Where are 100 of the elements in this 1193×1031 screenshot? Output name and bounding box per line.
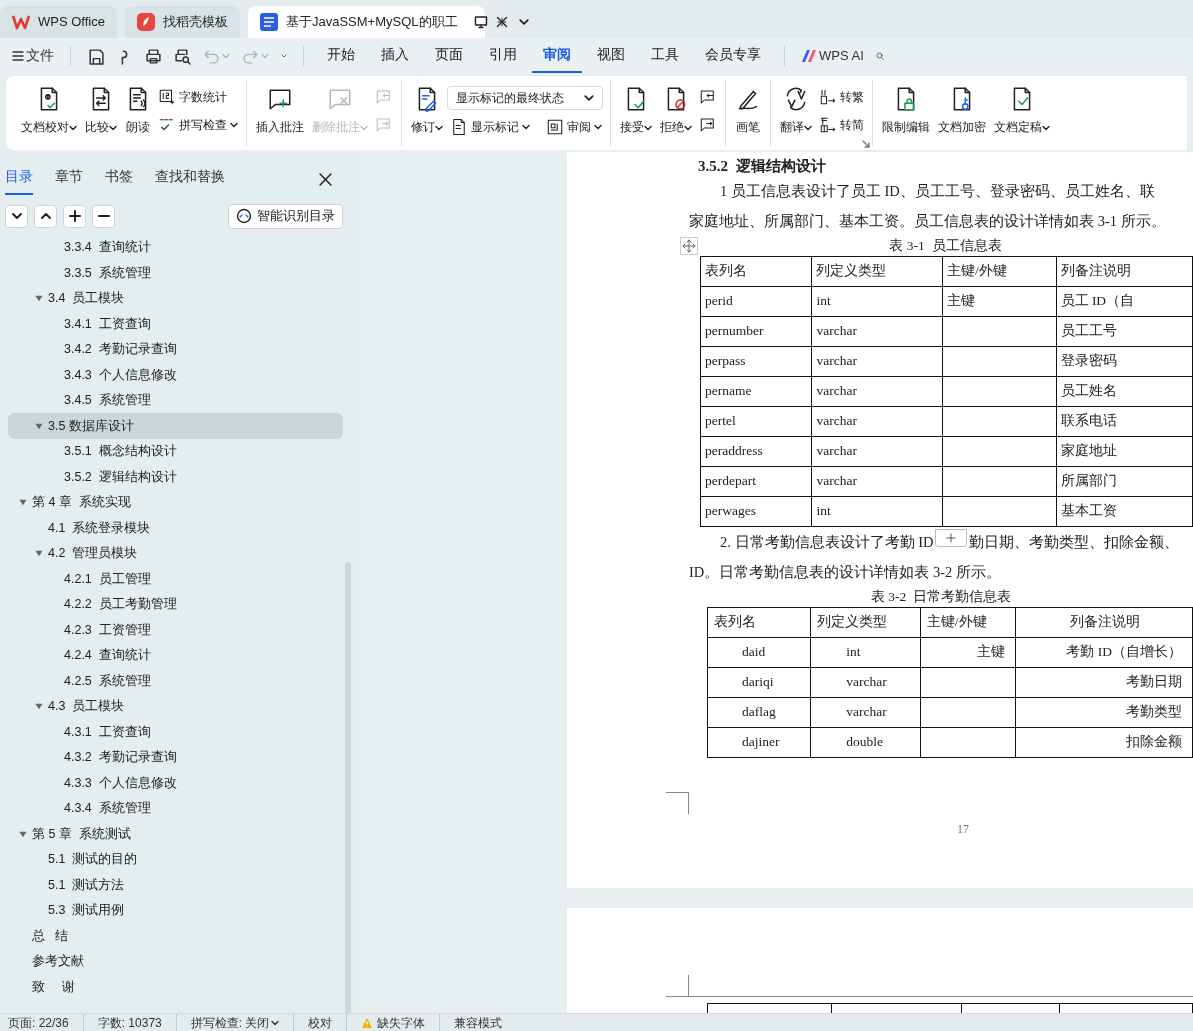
ribbon-tab[interactable]: 会员专享 [694, 38, 772, 74]
outline-tool-button[interactable] [34, 204, 57, 228]
outline-item[interactable]: 3.4.2 考勤记录查询 [8, 336, 343, 363]
tab-list-caret-icon[interactable] [518, 17, 529, 27]
outline-item[interactable]: 4.2.5 系统管理 [8, 668, 343, 694]
expand-arrow-icon[interactable] [17, 498, 29, 507]
ribbon-tab[interactable]: 审阅 [532, 38, 582, 74]
table-cell: 考勤类型 [1015, 697, 1193, 728]
outline-item[interactable]: 4.3.1 工资查询 [8, 719, 343, 745]
markup-dropdown[interactable]: 显示标记的最终状态 [447, 86, 603, 110]
status-dropdown[interactable]: 拼写检查: 关闭 [190, 1013, 280, 1031]
ribbon-button[interactable]: 朗读 [121, 80, 155, 136]
plus-icon [67, 209, 82, 224]
outline-item[interactable]: 3.3.4 查询统计 [8, 234, 343, 261]
scrollbar-thumb[interactable] [345, 562, 351, 1014]
outline-item[interactable]: 3.5 数据库设计 [8, 413, 343, 439]
monitor-icon[interactable] [473, 15, 488, 29]
expand-arrow-icon[interactable] [33, 549, 45, 558]
outline-item[interactable]: 5.1 测试方法 [8, 872, 343, 898]
panel-tab[interactable]: 书签 [105, 163, 133, 195]
dialog-launcher-icon[interactable] [862, 140, 870, 148]
outline-item[interactable]: 4.3.2 考勤记录查询 [8, 744, 343, 771]
ribbon-button[interactable]: 拒绝 [656, 80, 696, 136]
text-line: ID。日常考勤信息表的设计详情如表 3-2 所示。 [689, 563, 1001, 582]
outline-tool-button[interactable] [92, 204, 115, 228]
table-cell: varchar [811, 346, 943, 377]
outline-item[interactable]: 4.2.3 工资管理 [8, 617, 343, 643]
outline-item[interactable]: 5.1 测试的目的 [8, 846, 343, 873]
outline-item[interactable]: 4.3.4 系统管理 [8, 795, 343, 822]
ribbon-button[interactable]: 转简 [816, 114, 867, 136]
ribbon-tab[interactable]: 开始 [316, 38, 366, 74]
move-icon [682, 239, 696, 253]
outline-item[interactable]: 总 结 [8, 923, 343, 949]
text-line: 勤日期、考勤类型、扣除金额、 [969, 533, 1180, 552]
outline-item[interactable]: 5.3 测试用例 [8, 897, 343, 924]
table-header-cell: 列备注说明 [1015, 607, 1193, 638]
ai-button[interactable]: WPS AI [797, 44, 868, 68]
table-cell: varchar [810, 667, 921, 698]
ribbon-tab[interactable]: 工具 [640, 38, 690, 74]
ribbon-tab[interactable]: 页面 [424, 38, 474, 74]
page-number: 17 [957, 821, 969, 838]
ribbon-tab[interactable]: 插入 [370, 38, 420, 74]
ribbon-button[interactable]: 文档加密 [934, 80, 990, 136]
outline-item[interactable]: 3.4.1 工资查询 [8, 311, 343, 337]
ribbon-tab[interactable]: 引用 [478, 38, 528, 74]
outline-item[interactable]: 参考文献 [8, 948, 343, 975]
outline-item[interactable]: 4.3 员工模块 [8, 693, 343, 720]
outline-item[interactable]: 3.5.2 逻辑结构设计 [8, 464, 343, 490]
redo-icon [242, 47, 259, 65]
smart-outline-button[interactable]: 智能识别目录 [228, 204, 343, 229]
ribbon-tab[interactable]: 视图 [586, 38, 636, 74]
ribbon-button[interactable]: 拼写检查 [155, 114, 241, 136]
outline-item[interactable]: 3.4.5 系统管理 [8, 387, 343, 414]
ribbon-button[interactable]: 限制编辑 [878, 80, 934, 136]
expand-arrow-icon[interactable] [33, 294, 45, 303]
expand-arrow-icon[interactable] [33, 702, 45, 711]
ribbon-button[interactable]: 修订 [407, 80, 447, 136]
panel-tab[interactable]: 章节 [55, 163, 83, 195]
ribbon-button[interactable]: 转繁 [816, 86, 867, 108]
outline-item[interactable]: 3.3.5 系统管理 [8, 260, 343, 286]
outline-item[interactable]: 4.3.3 个人信息修改 [8, 770, 343, 796]
ribbon-button[interactable]: 文档校对 [17, 80, 81, 136]
ai-logo-icon [801, 49, 817, 63]
outline-item[interactable]: 第 4 章 系统实现 [8, 489, 343, 516]
browser-tab[interactable]: 找稻壳模板 [124, 6, 240, 38]
close-icon[interactable] [319, 172, 332, 186]
browser-tab[interactable]: WPS Office [0, 6, 117, 38]
ribbon-button[interactable]: 显示标记 [447, 116, 533, 138]
table-cell: perwages [700, 496, 812, 527]
outline-item[interactable]: 4.1 系统登录模块 [8, 515, 343, 541]
ribbon-button[interactable]: 插入批注 [252, 80, 308, 136]
outline-item[interactable]: 4.2.2 员工考勤管理 [8, 591, 343, 618]
outline-item[interactable]: 致 谢 [8, 974, 343, 1000]
outline-item[interactable]: 3.4 员工模块 [8, 285, 343, 312]
outline-item[interactable]: 3.5.1 概念结构设计 [8, 438, 343, 465]
outline-item[interactable]: 4.2.1 员工管理 [8, 566, 343, 592]
table-cell: 员工 ID（自 [1056, 286, 1193, 317]
outline-item[interactable]: 4.2.4 查询统计 [8, 642, 343, 669]
table-cell: perpass [700, 346, 812, 377]
outline-item[interactable]: 4.2 管理员模块 [8, 540, 343, 567]
table-move-handle[interactable] [680, 237, 698, 255]
table-cell: pername [700, 376, 812, 407]
outline-item[interactable]: 第 5 章 系统测试 [8, 821, 343, 847]
outline-item[interactable]: 3.4.3 个人信息修改 [8, 362, 343, 388]
file-menu[interactable]: 文件 [8, 43, 58, 69]
ribbon-button[interactable]: 审阅 [543, 116, 605, 138]
ribbon-button[interactable]: 画笔 [731, 80, 765, 136]
ribbon-button[interactable]: 字数统计 [155, 86, 241, 108]
outline-tool-button[interactable] [63, 204, 86, 228]
ribbon-button[interactable]: 翻译 [776, 80, 816, 136]
ribbon-button[interactable]: 比较 [81, 80, 121, 136]
ribbon-button[interactable]: 文档定稿 [990, 80, 1054, 136]
outline-tool-button[interactable] [5, 204, 28, 228]
table-cell: 基本工资 [1056, 496, 1193, 527]
panel-tab[interactable]: 查找和替换 [155, 163, 225, 195]
expand-arrow-icon[interactable] [33, 421, 45, 431]
ribbon-button[interactable]: 接受 [616, 80, 656, 136]
expand-arrow-icon[interactable] [17, 829, 29, 839]
panel-tab[interactable]: 目录 [5, 163, 33, 195]
table-header-cell: 主键/外键 [920, 607, 1016, 638]
